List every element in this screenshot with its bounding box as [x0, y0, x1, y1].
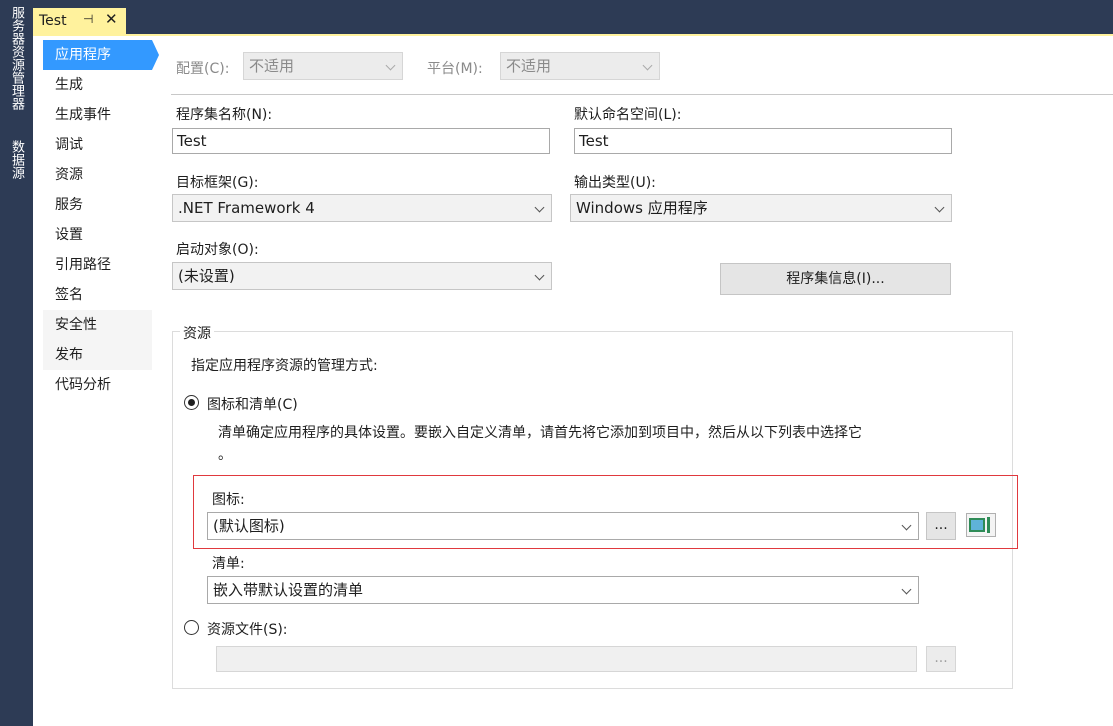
nav-item-build[interactable]: 生成	[43, 70, 152, 100]
server-explorer-tab[interactable]: 服务器资源管理器	[7, 6, 26, 110]
platform-select-value: 不适用	[506, 57, 552, 75]
data-sources-tab[interactable]: 数据源	[7, 140, 26, 179]
resource-file-browse-button: ...	[926, 646, 956, 672]
chevron-down-icon	[901, 584, 912, 595]
nav-item-services[interactable]: 服务	[43, 190, 152, 220]
nav-active-arrow	[152, 40, 159, 70]
radio-selected-dot	[188, 399, 195, 406]
icon-select[interactable]: (默认图标)	[207, 512, 919, 540]
chevron-down-icon	[534, 202, 545, 213]
chevron-down-icon	[934, 202, 945, 213]
config-label: 配置(C):	[176, 61, 230, 77]
application-icon	[969, 517, 990, 533]
close-icon[interactable]: ✕	[105, 10, 118, 28]
manifest-label: 清单:	[212, 556, 245, 572]
icon-browse-button[interactable]: ...	[926, 512, 956, 540]
default-namespace-input[interactable]: Test	[574, 128, 952, 154]
nav-item-settings[interactable]: 设置	[43, 220, 152, 250]
target-framework-value: .NET Framework 4	[178, 199, 315, 217]
startup-object-select[interactable]: (未设置)	[172, 262, 552, 290]
document-tab-test[interactable]: Test ⊣ ✕	[33, 8, 126, 34]
chevron-down-icon	[385, 60, 396, 71]
resource-file-input	[216, 646, 917, 672]
output-type-value: Windows 应用程序	[576, 199, 708, 217]
icon-select-value: (默认图标)	[213, 517, 285, 535]
chevron-down-icon	[642, 60, 653, 71]
resources-description: 指定应用程序资源的管理方式:	[191, 358, 378, 374]
radio-resource-file-label[interactable]: 资源文件(S):	[207, 619, 288, 639]
nav-item-code-analysis[interactable]: 代码分析	[43, 370, 152, 400]
assembly-info-button[interactable]: 程序集信息(I)...	[720, 263, 951, 295]
config-select: 不适用	[243, 52, 403, 80]
output-type-label: 输出类型(U):	[574, 175, 656, 191]
nav-item-resources[interactable]: 资源	[43, 160, 152, 190]
radio-resource-file[interactable]	[184, 620, 199, 635]
platform-label: 平台(M):	[427, 61, 483, 77]
chevron-down-icon	[901, 520, 912, 531]
assembly-name-label: 程序集名称(N):	[176, 107, 273, 123]
chevron-down-icon	[534, 270, 545, 281]
config-select-value: 不适用	[249, 57, 295, 75]
platform-select: 不适用	[500, 52, 660, 80]
property-nav: 应用程序 生成 生成事件 调试 资源 服务 设置 引用路径 签名 安全性 发布 …	[33, 36, 161, 726]
application-properties-page: 配置(C): 不适用 平台(M): 不适用 程序集名称(N): Test 默认命…	[161, 36, 1113, 726]
output-type-select[interactable]: Windows 应用程序	[570, 194, 952, 222]
nav-item-application[interactable]: 应用程序	[43, 40, 152, 70]
target-framework-label: 目标框架(G):	[176, 175, 259, 191]
pin-icon[interactable]: ⊣	[83, 12, 93, 26]
side-panel-strip: 服务器资源管理器 数据源	[0, 0, 33, 726]
target-framework-select[interactable]: .NET Framework 4	[172, 194, 552, 222]
nav-item-reference-paths[interactable]: 引用路径	[43, 250, 152, 280]
manifest-select[interactable]: 嵌入带默认设置的清单	[207, 576, 919, 604]
nav-item-debug[interactable]: 调试	[43, 130, 152, 160]
nav-item-security[interactable]: 安全性	[43, 310, 152, 340]
startup-object-label: 启动对象(O):	[176, 242, 259, 258]
separator-line	[171, 94, 1113, 95]
startup-object-value: (未设置)	[178, 267, 235, 285]
resources-group-title: 资源	[180, 323, 214, 343]
assembly-name-input[interactable]: Test	[172, 128, 550, 154]
icon-label: 图标:	[212, 492, 245, 508]
radio-icon-manifest-label[interactable]: 图标和清单(C)	[207, 394, 298, 414]
icon-manifest-description-line2: 。	[218, 447, 232, 463]
radio-icon-manifest[interactable]	[184, 395, 199, 410]
nav-item-build-events[interactable]: 生成事件	[43, 100, 152, 130]
manifest-select-value: 嵌入带默认设置的清单	[213, 581, 364, 599]
icon-preview-icon	[966, 513, 996, 537]
icon-manifest-description-line1: 清单确定应用程序的具体设置。要嵌入自定义清单，请首先将它添加到项目中，然后从以下…	[218, 425, 862, 441]
default-namespace-label: 默认命名空间(L):	[574, 107, 682, 123]
document-tab-title: Test	[39, 13, 67, 29]
nav-item-signing[interactable]: 签名	[43, 280, 152, 310]
nav-item-publish[interactable]: 发布	[43, 340, 152, 370]
document-tab-bar	[33, 0, 1113, 34]
